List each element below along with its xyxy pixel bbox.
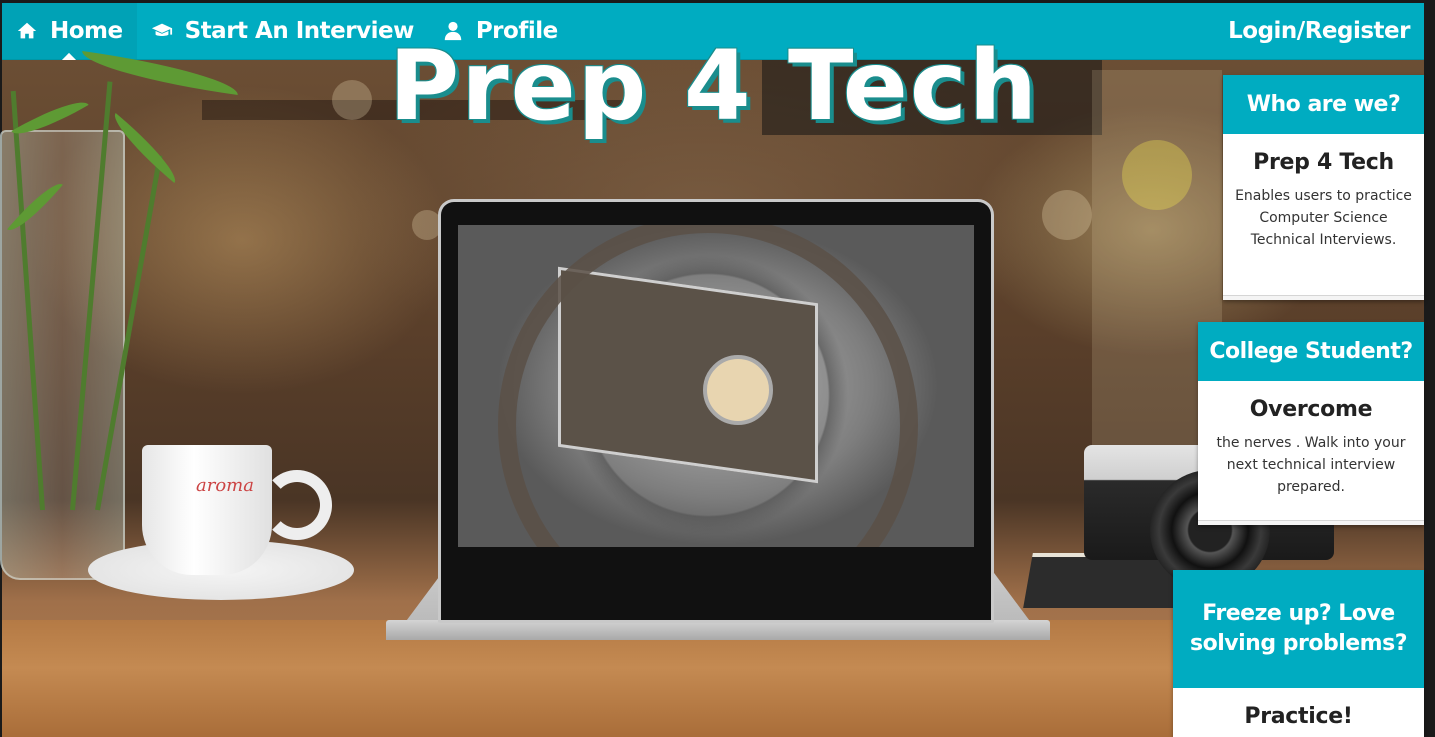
card-title: Prep 4 Tech [1253,150,1394,175]
nav-home-label: Home [50,18,123,44]
card-body: the nerves . Walk into your next technic… [1216,435,1406,495]
steering-wheel [498,225,918,547]
graduation-cap-icon [151,23,172,37]
home-icon [17,22,37,39]
card-body: Enables users to practice Computer Scien… [1235,188,1412,248]
coffee-cup [142,445,272,575]
card-header: College Student? [1198,322,1424,381]
laptop-screen [458,225,974,547]
card-footer [1198,520,1424,525]
card-header: Who are we? [1223,75,1424,134]
card-college-student: College Student? Overcome the nerves . W… [1198,322,1424,525]
bokeh-light [1122,140,1192,210]
login-register-label: Login/Register [1228,18,1410,44]
card-footer [1223,295,1424,300]
bokeh-light [332,80,372,120]
bokeh-light [1042,190,1092,240]
card-freeze-up: Freeze up? Love solving problems? Practi… [1173,570,1424,737]
card-title: Overcome [1249,397,1373,422]
page-title: Prep 4 Tech [388,30,1040,142]
card-header: Freeze up? Love solving problems? [1173,570,1424,688]
nav-home[interactable]: Home [2,3,137,59]
cup-brand-logo: aroma [196,475,254,496]
laptop-base [386,620,1050,640]
card-title: Practice! [1244,704,1353,729]
login-register-link[interactable]: Login/Register [1214,3,1424,59]
card-who-are-we: Who are we? Prep 4 Tech Enables users to… [1223,75,1424,300]
cup-handle [262,470,332,540]
nav-start-interview-label: Start An Interview [184,18,415,44]
